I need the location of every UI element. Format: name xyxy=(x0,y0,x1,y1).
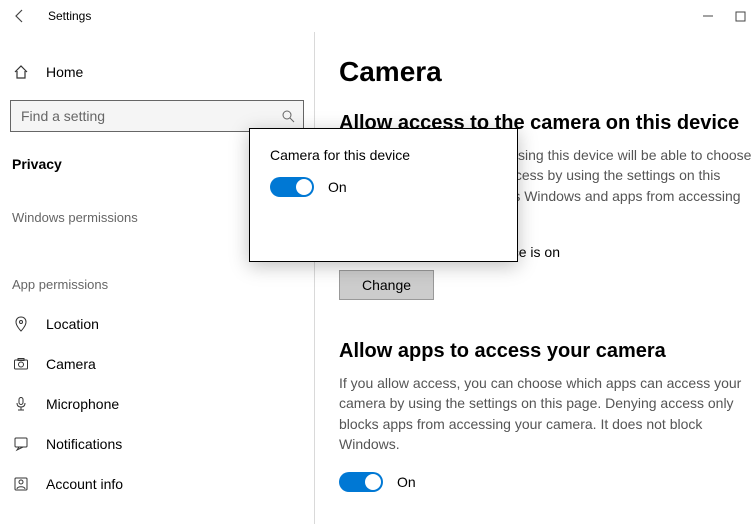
window-title: Settings xyxy=(48,9,91,23)
sidebar-item-label: Microphone xyxy=(46,396,119,412)
sidebar-item-account-info[interactable]: Account info xyxy=(0,464,314,504)
sidebar-item-label: Account info xyxy=(46,476,123,492)
notifications-icon xyxy=(12,435,30,453)
toggle-state-label: On xyxy=(328,179,347,195)
sidebar-home-label: Home xyxy=(46,64,83,80)
section-body: If you allow access, you can choose whic… xyxy=(339,373,755,454)
back-button[interactable] xyxy=(8,4,32,28)
main-panel: Camera Allow access to the camera on thi… xyxy=(315,32,755,524)
maximize-button[interactable] xyxy=(733,9,747,23)
account-icon xyxy=(12,475,30,493)
sidebar-home[interactable]: Home xyxy=(0,52,314,92)
popup-title: Camera for this device xyxy=(270,147,497,163)
home-icon xyxy=(12,63,30,81)
minimize-button[interactable] xyxy=(701,9,715,23)
camera-device-popup: Camera for this device On xyxy=(249,128,518,262)
sidebar-item-notifications[interactable]: Notifications xyxy=(0,424,314,464)
sidebar-group-heading: App permissions xyxy=(0,265,314,304)
sidebar-item-label: Notifications xyxy=(46,436,122,452)
maximize-icon xyxy=(735,11,746,22)
change-button[interactable]: Change xyxy=(339,270,434,300)
sidebar: Home Privacy Windows permissions App per… xyxy=(0,32,315,524)
apps-access-toggle[interactable] xyxy=(339,472,383,492)
sidebar-item-label: Camera xyxy=(46,356,96,372)
search-icon xyxy=(281,109,295,123)
section-heading: Allow apps to access your camera xyxy=(339,340,755,363)
location-icon xyxy=(12,315,30,333)
device-camera-toggle[interactable] xyxy=(270,177,314,197)
sidebar-item-location[interactable]: Location xyxy=(0,304,314,344)
microphone-icon xyxy=(12,395,30,413)
page-title: Camera xyxy=(339,56,755,88)
sidebar-item-label: Location xyxy=(46,316,99,332)
arrow-left-icon xyxy=(12,8,28,24)
window-controls xyxy=(701,0,747,32)
toggle-state-label: On xyxy=(397,474,416,490)
search-input[interactable] xyxy=(11,101,271,131)
sidebar-item-camera[interactable]: Camera xyxy=(0,344,314,384)
sidebar-item-microphone[interactable]: Microphone xyxy=(0,384,314,424)
titlebar: Settings xyxy=(0,0,755,32)
camera-icon xyxy=(12,355,30,373)
minimize-icon xyxy=(702,10,714,22)
